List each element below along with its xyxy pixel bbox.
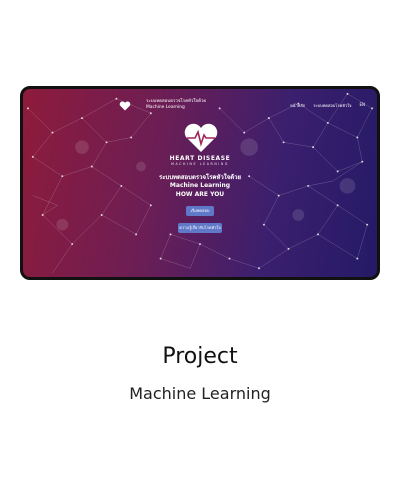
nav-link-language[interactable]: EN bbox=[359, 102, 365, 109]
nav-link-test[interactable]: ระบบทดสอบโรคหัวใจ bbox=[313, 102, 351, 109]
project-subtitle: Machine Learning bbox=[129, 384, 271, 403]
nav-link-home[interactable]: หน้าหลัก bbox=[290, 102, 305, 109]
nav-links: หน้าหลัก ระบบทดสอบโรคหัวใจ EN bbox=[290, 102, 365, 109]
heart-pulse-icon bbox=[184, 123, 218, 152]
hero-subtitle: MACHINE LEARNING bbox=[171, 162, 229, 166]
hero-title: HEART DISEASE bbox=[169, 155, 231, 162]
heart-icon[interactable] bbox=[119, 101, 131, 111]
heart-knowledge-button[interactable]: ความรู้เกี่ยวกับโรคหัวใจ bbox=[178, 223, 222, 233]
hero-thai-heading: ระบบทดสอบตรวจโรคหัวใจด้วย bbox=[158, 174, 241, 181]
project-title: Project bbox=[162, 344, 238, 369]
hero-ml-heading: Machine Learning bbox=[169, 182, 231, 189]
website-preview-card[interactable]: ระบบทดสอบตรวจโรคหัวใจด้วย Machine Learni… bbox=[20, 86, 380, 280]
nav-brand-line2: Machine Learning bbox=[146, 105, 185, 110]
hero-tagline: HOW ARE YOU bbox=[175, 191, 225, 198]
start-test-button[interactable]: เริ่มทดสอบ bbox=[186, 206, 214, 216]
nav-brand[interactable]: ระบบทดสอบตรวจโรคหัวใจด้วย Machine Learni… bbox=[146, 99, 206, 111]
